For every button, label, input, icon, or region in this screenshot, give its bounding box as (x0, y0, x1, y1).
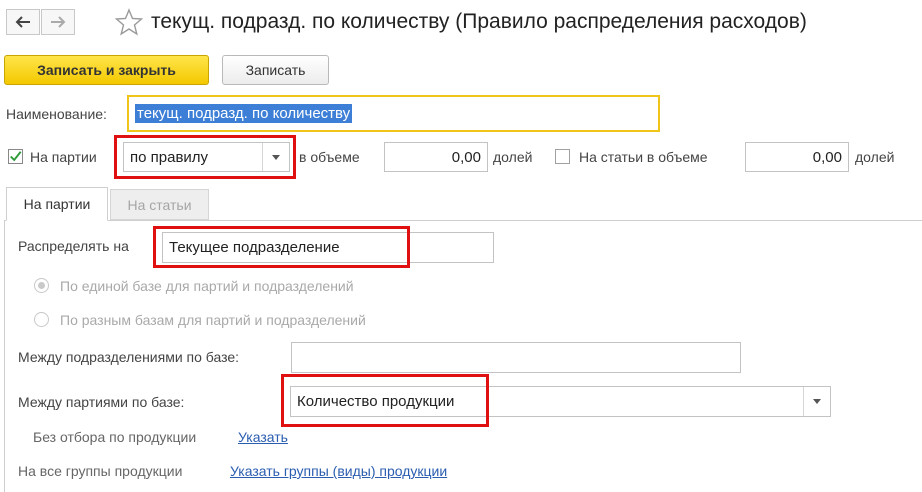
radio-single-base[interactable] (34, 278, 49, 293)
favorite-star-button[interactable] (114, 7, 144, 40)
window-title: текущ. подразд. по количеству (Правило р… (151, 10, 807, 33)
in-volume-label: в объеме (299, 149, 360, 165)
save-and-close-button[interactable]: Записать и закрыть (4, 55, 209, 85)
name-input-value: текущ. подразд. по количеству (135, 104, 353, 123)
name-label: Наименование: (6, 106, 107, 122)
on-articles-label: На статьи в объеме (579, 149, 708, 165)
shares-label: долей (493, 149, 533, 165)
between-divisions-label: Между подразделениями по базе: (18, 349, 240, 365)
between-divisions-input[interactable] (291, 342, 741, 373)
arrow-right-icon (51, 16, 66, 28)
no-filter-label: Без отбора по продукции (33, 429, 197, 445)
save-button[interactable]: Записать (222, 55, 329, 85)
tab-divider (4, 220, 922, 221)
radio-multi-base[interactable] (34, 312, 49, 327)
all-groups-label: На все группы продукции (18, 463, 183, 479)
on-batches-label: На партии (30, 149, 97, 165)
articles-volume-input[interactable]: 0,00 (745, 142, 849, 172)
back-button[interactable] (6, 9, 40, 35)
on-batches-checkbox[interactable] (8, 149, 23, 164)
shares-label-2: долей (855, 149, 895, 165)
radio-single-base-label: По единой базе для партий и подразделени… (60, 278, 354, 294)
no-filter-specify-link[interactable]: Указать (238, 429, 288, 445)
panel-left-border (4, 220, 5, 492)
on-articles-checkbox[interactable] (555, 149, 570, 164)
tab-on-batches[interactable]: На партии (6, 187, 108, 221)
highlight-box-distribute (153, 226, 410, 268)
star-icon (114, 8, 144, 36)
highlight-box-batches-mode (114, 135, 296, 179)
batches-volume-input[interactable]: 0,00 (384, 142, 488, 172)
tab-on-articles[interactable]: На статьи (110, 189, 209, 220)
between-batches-label: Между партиями по базе: (18, 394, 185, 410)
name-input[interactable]: текущ. подразд. по количеству (127, 95, 660, 132)
dropdown-arrow-icon[interactable] (803, 387, 830, 416)
forward-button[interactable] (41, 9, 75, 35)
checkmark-icon (10, 151, 22, 162)
all-groups-specify-link[interactable]: Указать группы (виды) продукции (230, 463, 447, 479)
distribute-label: Распределять на (18, 238, 129, 254)
radio-dot (38, 282, 45, 289)
arrow-left-icon (15, 16, 30, 28)
highlight-box-between-batches (281, 374, 489, 427)
radio-multi-base-label: По разным базам для партий и подразделен… (60, 312, 366, 328)
